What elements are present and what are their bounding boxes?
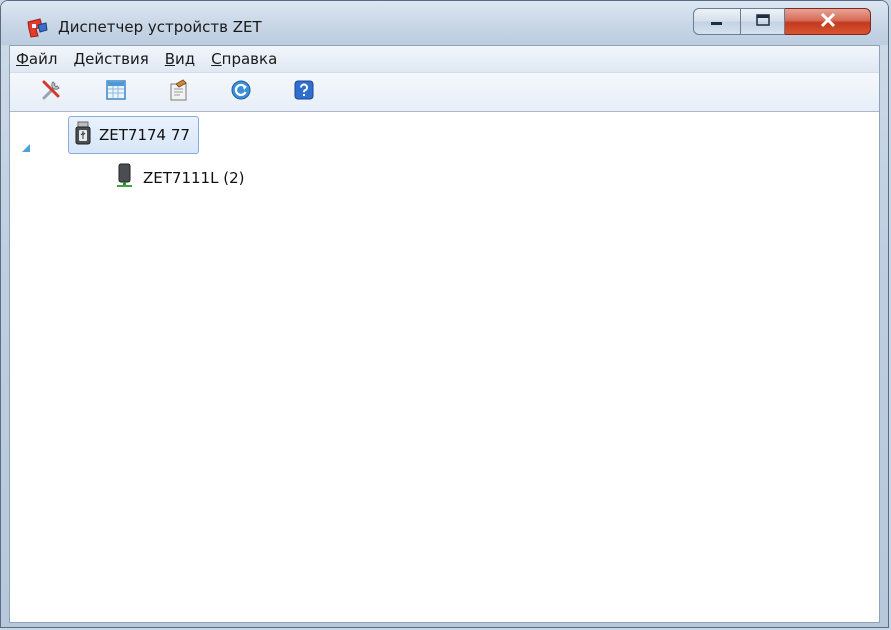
help-icon xyxy=(294,80,314,104)
expanded-arrow-icon[interactable] xyxy=(20,139,32,152)
tree-node-child-label: ZET7111L (2) xyxy=(143,169,245,187)
table-icon xyxy=(105,79,127,105)
app-window: Диспетчер устройств ZET Файл Действия Ви… xyxy=(0,0,889,628)
tools-icon xyxy=(40,78,64,106)
menu-file[interactable]: Файл xyxy=(10,47,65,71)
help-button[interactable] xyxy=(292,80,316,104)
refresh-button[interactable] xyxy=(229,80,253,104)
menu-actions[interactable]: Действия xyxy=(65,47,156,71)
app-icon xyxy=(26,17,48,39)
usb-device-icon xyxy=(75,121,91,149)
title-bar[interactable]: Диспетчер устройств ZET xyxy=(1,1,888,45)
device-tree[interactable]: ZET7174 77 ZET7111L (2) xyxy=(10,112,879,622)
properties-button[interactable] xyxy=(167,78,191,106)
menu-help[interactable]: Справка xyxy=(203,47,285,71)
refresh-icon xyxy=(230,79,252,105)
caption-buttons xyxy=(693,8,871,38)
close-button[interactable] xyxy=(785,8,871,35)
window-title: Диспетчер устройств ZET xyxy=(58,18,262,36)
tree-node-child[interactable]: ZET7111L (2) xyxy=(115,163,245,193)
minimize-icon xyxy=(709,12,725,31)
tools-button[interactable] xyxy=(40,80,64,104)
tree-node-root-label: ZET7174 77 xyxy=(99,126,190,144)
table-view-button[interactable] xyxy=(104,80,128,104)
menu-view[interactable]: Вид xyxy=(157,47,203,71)
maximize-icon xyxy=(755,12,771,31)
menu-bar: Файл Действия Вид Справка xyxy=(10,46,879,73)
properties-icon xyxy=(167,78,191,106)
maximize-button[interactable] xyxy=(741,8,785,35)
toolbar xyxy=(10,73,879,112)
tree-node-root[interactable]: ZET7174 77 xyxy=(68,116,199,154)
network-device-icon xyxy=(115,163,135,193)
close-icon xyxy=(819,12,837,32)
minimize-button[interactable] xyxy=(693,8,741,35)
client-area: Файл Действия Вид Справка ZET7174 77 ZET… xyxy=(9,45,880,623)
